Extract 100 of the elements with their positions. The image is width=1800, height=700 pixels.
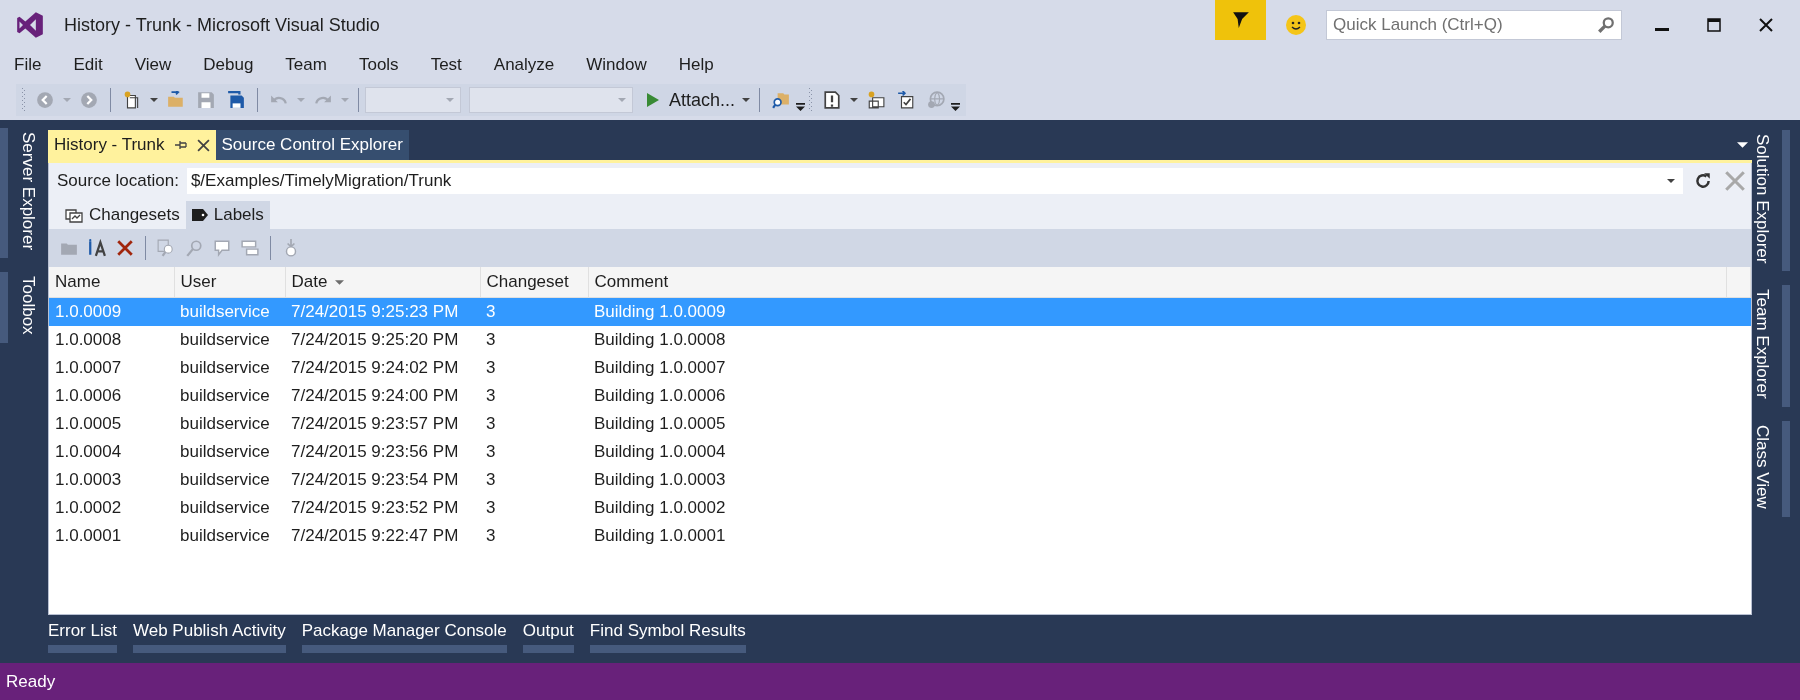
document-tab[interactable]: Source Control Explorer <box>215 130 409 160</box>
table-cell-text: 7/24/2015 9:24:02 PM <box>290 357 460 379</box>
dropdown-caret-icon[interactable] <box>1667 179 1675 183</box>
menu-item[interactable]: Analyze <box>485 55 563 75</box>
menu-item[interactable]: File <box>6 55 50 75</box>
caret-icon <box>297 98 305 102</box>
table-row[interactable]: 1.0.0002 buildservice 7/24/2015 9:23:52 PM 3 Building 1.0.0002 <box>49 494 1751 522</box>
table-cell-text: Building 1.0.0006 <box>593 385 727 407</box>
table-cell-text: buildservice <box>179 497 271 519</box>
column-header[interactable]: Name <box>49 267 174 298</box>
folder-search-icon <box>772 91 791 109</box>
font-icon <box>88 239 106 257</box>
table-cell-text: buildservice <box>179 413 271 435</box>
smiley-icon[interactable] <box>1286 15 1306 35</box>
table-cell-text: buildservice <box>179 385 271 407</box>
save-icon <box>197 91 215 109</box>
table-cell-text: 3 <box>485 497 497 519</box>
menu-item[interactable]: Window <box>578 55 655 75</box>
table-cell-text: 1.0.0001 <box>54 525 123 547</box>
notifications-button[interactable] <box>1215 0 1266 40</box>
table-cell-text: buildservice <box>179 441 271 463</box>
side-tab[interactable]: Server Explorer <box>0 128 48 259</box>
overflow-icon[interactable] <box>951 103 961 112</box>
table-cell-text: 7/24/2015 9:23:54 PM <box>290 469 460 491</box>
document-tab[interactable]: History - Trunk <box>48 130 216 160</box>
tag-icon <box>191 209 208 221</box>
document-alert-icon <box>823 91 842 109</box>
tool-window-tab[interactable]: Package Manager Console <box>301 621 507 663</box>
table-row[interactable]: 1.0.0006 buildservice 7/24/2015 9:24:00 PM 3 Building 1.0.0006 <box>49 382 1751 410</box>
table-cell-text: 7/24/2015 9:24:00 PM <box>290 385 460 407</box>
table-row[interactable]: 1.0.0004 buildservice 7/24/2015 9:23:56 PM 3 Building 1.0.0004 <box>49 438 1751 466</box>
table-cell-text: 1.0.0003 <box>54 469 123 491</box>
column-header[interactable]: User <box>174 267 285 298</box>
caret-icon <box>341 98 349 102</box>
table-row[interactable]: 1.0.0005 buildservice 7/24/2015 9:23:57 PM 3 Building 1.0.0005 <box>49 410 1751 438</box>
side-tab[interactable]: Team Explorer <box>1752 285 1800 408</box>
table-cell-text: Building 1.0.0007 <box>593 357 727 379</box>
table-cell-text: buildservice <box>179 525 271 547</box>
column-header[interactable]: Date <box>285 267 480 298</box>
new-project-icon <box>123 91 141 109</box>
table-row[interactable]: 1.0.0007 buildservice 7/24/2015 9:24:02 PM 3 Building 1.0.0007 <box>49 354 1751 382</box>
table-row[interactable]: 1.0.0003 buildservice 7/24/2015 9:23:54 PM 3 Building 1.0.0003 <box>49 466 1751 494</box>
column-header[interactable]: Comment <box>588 267 1727 298</box>
windows-icon <box>241 239 259 257</box>
menu-item[interactable]: View <box>126 55 180 75</box>
menu-item[interactable]: Team <box>277 55 335 75</box>
table-cell-text: Building 1.0.0003 <box>593 469 727 491</box>
open-folder-icon <box>167 91 185 109</box>
table-row[interactable]: 1.0.0001 buildservice 7/24/2015 9:22:47 PM 3 Building 1.0.0001 <box>49 522 1751 550</box>
source-location-field[interactable]: $/Examples/TimelyMigration/Trunk <box>186 168 1683 194</box>
comment-icon <box>213 239 231 257</box>
attach-button[interactable]: Attach... <box>641 87 740 113</box>
menu-item[interactable]: Help <box>670 55 722 75</box>
table-cell-text: 1.0.0002 <box>54 497 123 519</box>
tab-label: Changesets <box>89 205 180 225</box>
side-tab[interactable]: Solution Explorer <box>1752 130 1800 272</box>
menu-item[interactable]: Debug <box>195 55 262 75</box>
tool-window-tab[interactable]: Output <box>522 621 574 663</box>
tool-window-tab[interactable]: Web Publish Activity <box>132 621 286 663</box>
table-cell-text: 3 <box>485 441 497 463</box>
table-cell-text: 3 <box>485 469 497 491</box>
column-header[interactable]: Changeset <box>480 267 588 298</box>
visual-studio-logo <box>16 11 44 39</box>
window-title: History - Trunk - Microsoft Visual Studio <box>64 14 380 36</box>
menu-item[interactable]: Edit <box>65 55 111 75</box>
view-tab[interactable]: Labels <box>185 201 270 229</box>
overflow-icon[interactable] <box>796 103 806 112</box>
checklist-icon <box>897 91 916 109</box>
globe-icon <box>927 91 946 109</box>
menu-item[interactable]: Test <box>422 55 470 75</box>
status-text: Ready <box>6 671 56 692</box>
caret-icon <box>742 98 751 102</box>
refresh-icon <box>1694 172 1712 190</box>
tab-menu-icon[interactable] <box>1737 142 1748 148</box>
source-location-label: Source location: <box>57 171 179 191</box>
tool-window-tab[interactable]: Find Symbol Results <box>589 621 746 663</box>
search-icon[interactable] <box>1597 16 1615 34</box>
menu-item[interactable]: Tools <box>350 55 407 75</box>
tool-window-tab[interactable]: Error List <box>48 621 117 663</box>
table-cell: 1.0.0009 <box>49 297 174 326</box>
quick-launch-field[interactable]: Quick Launch (Ctrl+Q) <box>1326 10 1622 40</box>
tab-label: Source Control Explorer <box>221 135 403 155</box>
minimize-icon <box>1655 27 1669 31</box>
table-cell-text: 7/24/2015 9:22:47 PM <box>290 525 460 547</box>
play-icon <box>647 93 659 107</box>
table-cell-text: Building 1.0.0001 <box>593 525 727 547</box>
close-icon[interactable] <box>196 138 210 152</box>
table-cell-text: 3 <box>485 385 497 407</box>
view-tab[interactable]: Changesets <box>59 201 186 229</box>
table-cell-text: Building 1.0.0004 <box>593 441 727 463</box>
table-row[interactable]: 1.0.0008 buildservice 7/24/2015 9:25:20 PM 3 Building 1.0.0008 <box>49 326 1751 354</box>
changesets-icon <box>65 207 83 223</box>
side-tab[interactable]: Toolbox <box>0 272 48 343</box>
table-cell-text: 3 <box>485 413 497 435</box>
pin-icon[interactable] <box>174 139 187 151</box>
grip-icon[interactable] <box>22 88 26 112</box>
table-cell-text: Building 1.0.0005 <box>593 413 727 435</box>
side-tab[interactable]: Class View <box>1752 421 1800 517</box>
table-cell: Building 1.0.0009 <box>588 297 1727 326</box>
grip-icon[interactable] <box>809 88 814 112</box>
